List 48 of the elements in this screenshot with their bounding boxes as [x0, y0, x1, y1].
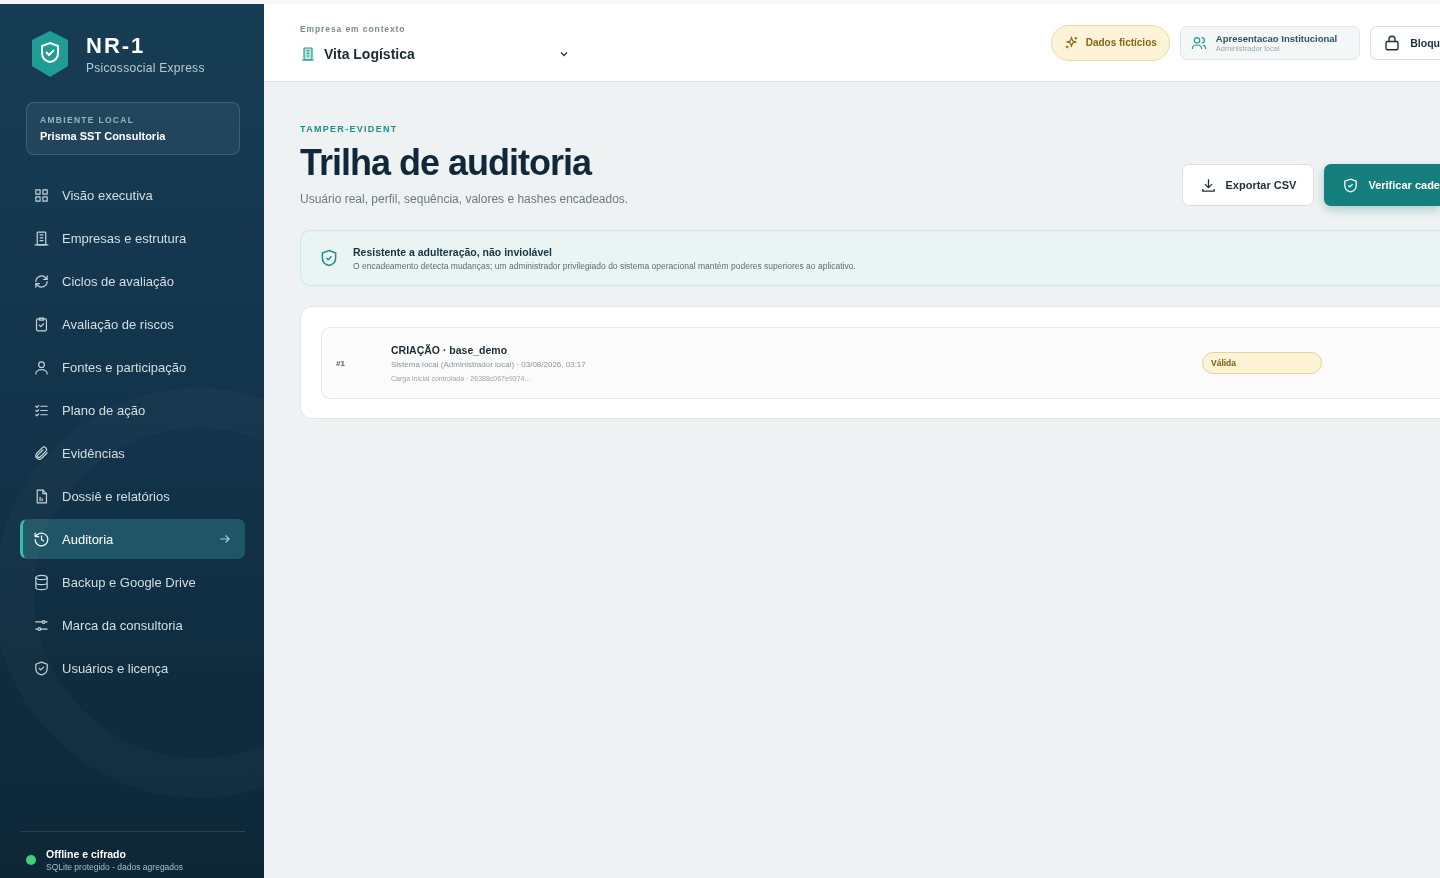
- users-icon: [1190, 34, 1207, 51]
- entry-meta: Sistema local (Administrador local) · 03/08/2026, 03:17: [391, 360, 587, 369]
- database-icon: [33, 573, 50, 591]
- shield-check-icon: [319, 248, 339, 268]
- nav-item[interactable]: Backup e Google Drive: [20, 562, 245, 602]
- nav-item[interactable]: Usuários e licença: [20, 648, 245, 688]
- notice-text: O encadeamento detecta mudanças; um administrador privilegiado do sistema operacional mantém poderes superiores ao aplicativo.: [353, 260, 856, 271]
- nav-item[interactable]: Evidências: [20, 433, 245, 473]
- environment-name: Prisma SST Consultoria: [40, 130, 167, 142]
- page-title: Trilha de auditoria: [300, 142, 593, 184]
- grid-icon: [33, 186, 50, 204]
- export-button[interactable]: Exportar CSV: [1181, 164, 1315, 206]
- lock-button[interactable]: Bloqu: [1370, 25, 1440, 60]
- refresh-icon: [33, 272, 50, 290]
- entry-title: CRIAÇÃO · base_demo: [391, 344, 509, 356]
- page-subtitle: Usuário real, perfil, sequência, valores e hashes encadeados.: [300, 192, 629, 206]
- nav-item[interactable]: Fontes e participação: [20, 347, 245, 387]
- nav-item[interactable]: Marca da consultoria: [20, 605, 245, 645]
- clipboard-icon: [33, 315, 50, 333]
- user-icon: [33, 358, 50, 376]
- shield-logo-icon: [30, 30, 70, 78]
- environment-label: AMBIENTE LOCAL: [40, 115, 136, 125]
- app-subtitle: Psicossocial Express: [86, 61, 205, 75]
- user-name: Apresentacao Institucional: [1215, 32, 1338, 44]
- page-eyebrow: TAMPER-EVIDENT: [300, 124, 399, 134]
- paperclip-icon: [33, 444, 50, 462]
- sequence-number: #1: [336, 358, 346, 368]
- status-badge: Válida: [1202, 352, 1322, 374]
- notice-title: Resistente a adulteração, não inviolável: [353, 245, 553, 258]
- building-icon: [300, 45, 316, 62]
- nav-item[interactable]: Avaliação de riscos: [20, 304, 245, 344]
- shield-check-icon: [1342, 176, 1360, 194]
- demo-data-badge: Dados fictícios: [1050, 24, 1170, 61]
- nav-item[interactable]: Ciclos de avaliação: [20, 261, 245, 301]
- context-label: Empresa em contexto: [300, 23, 407, 34]
- verify-button[interactable]: Verificar cade: [1324, 164, 1440, 206]
- nav-item[interactable]: Empresas e estrutura: [20, 218, 245, 258]
- nav-item[interactable]: Plano de ação: [20, 390, 245, 430]
- sparkles-icon: [1063, 35, 1079, 50]
- status-detail: SQLite protegido - dados agregados: [46, 862, 184, 872]
- app-title: NR-1: [86, 33, 147, 59]
- lock-icon: [1383, 33, 1402, 52]
- nav-item[interactable]: Visão executiva: [20, 175, 245, 215]
- building-icon: [33, 229, 50, 247]
- status-title: Offline e cifrado: [46, 848, 127, 860]
- company-select[interactable]: Vita Logística: [300, 45, 570, 62]
- nav-item[interactable]: Dossiê e relatórios: [20, 476, 245, 516]
- download-icon: [1199, 176, 1217, 194]
